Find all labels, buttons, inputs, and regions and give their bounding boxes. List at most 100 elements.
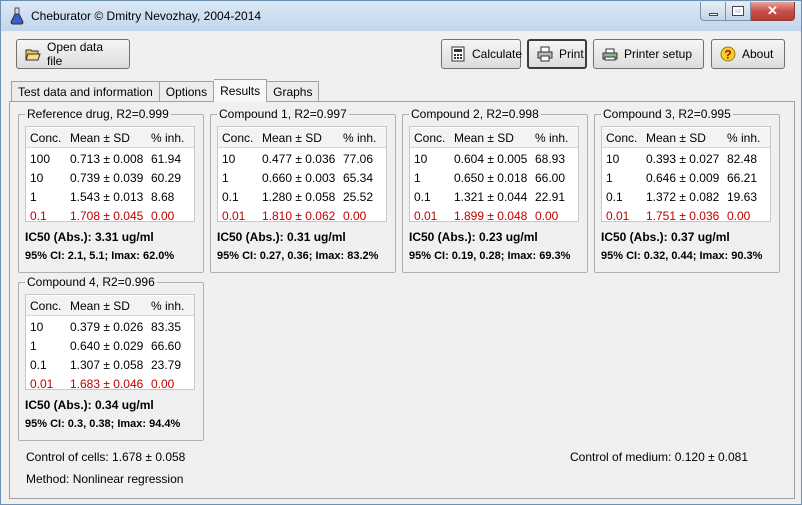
cell-mean: 1.751 ± 0.036 — [646, 209, 720, 223]
cell-conc: 1 — [222, 171, 229, 185]
minimize-icon — [708, 12, 718, 16]
ic50-value: IC50 (Abs.): 0.37 ug/ml — [601, 230, 730, 244]
maximize-button[interactable] — [726, 2, 751, 21]
close-icon: ✕ — [767, 3, 778, 18]
table-row: 0.1 1.307 ± 0.058 23.79 — [26, 355, 194, 375]
group-title: Compound 4, R2=0.996 — [25, 275, 157, 289]
close-button[interactable]: ✕ — [751, 2, 795, 21]
cell-inh: 82.48 — [727, 152, 758, 166]
minimize-button[interactable] — [700, 2, 726, 21]
print-button[interactable]: Print — [527, 39, 587, 69]
results-panel: Reference drug, R2=0.999 Conc. Mean ± SD… — [9, 101, 795, 499]
column-header-conc: Conc. — [414, 131, 446, 145]
printer-setup-icon — [602, 46, 618, 62]
results-table[interactable]: Conc. Mean ± SD % inh. 10 0.379 ± 0.026 … — [25, 294, 195, 391]
cell-mean: 0.604 ± 0.005 — [454, 152, 528, 166]
ic50-value: IC50 (Abs.): 0.23 ug/ml — [409, 230, 538, 244]
cell-mean: 1.683 ± 0.046 — [70, 377, 144, 391]
column-header-inh: % inh. — [151, 131, 185, 145]
confidence-interval: 95% CI: 0.19, 0.28; Imax: 69.3% — [409, 250, 571, 262]
printer-setup-button[interactable]: Printer setup — [593, 39, 704, 69]
cell-mean: 0.477 ± 0.036 — [262, 152, 336, 166]
table-row: 10 0.379 ± 0.026 83.35 — [26, 317, 194, 337]
cell-inh: 60.29 — [151, 171, 182, 185]
group-title: Reference drug, R2=0.999 — [25, 107, 171, 121]
cell-mean: 1.307 ± 0.058 — [70, 358, 144, 372]
ic50-value: IC50 (Abs.): 3.31 ug/ml — [25, 230, 154, 244]
ic50-value: IC50 (Abs.): 0.34 ug/ml — [25, 398, 154, 412]
cell-inh: 19.63 — [727, 190, 758, 204]
cell-conc: 10 — [222, 152, 236, 166]
table-row-highlighted: 0.01 1.683 ± 0.046 0.00 — [26, 374, 194, 394]
title-bar[interactable]: Cheburator © Dmitry Nevozhay, 2004-2014 … — [1, 1, 801, 31]
column-header-conc: Conc. — [30, 299, 62, 313]
column-header-mean: Mean ± SD — [70, 299, 130, 313]
tab-results[interactable]: Results — [214, 79, 268, 102]
about-button[interactable]: ? About — [711, 39, 785, 69]
result-group-reference-drug: Reference drug, R2=0.999 Conc. Mean ± SD… — [18, 107, 204, 273]
cell-mean: 0.640 ± 0.029 — [70, 339, 144, 353]
about-label: About — [742, 47, 774, 61]
cell-inh: 0.00 — [535, 209, 559, 223]
cell-mean: 0.739 ± 0.039 — [70, 171, 144, 185]
window-title: Cheburator © Dmitry Nevozhay, 2004-2014 — [31, 9, 262, 23]
table-row-highlighted: 0.1 1.708 ± 0.045 0.00 — [26, 206, 194, 226]
table-row-highlighted: 0.01 1.810 ± 0.062 0.00 — [218, 206, 386, 226]
open-data-file-button[interactable]: Open data file — [16, 39, 130, 69]
result-group-compound-2: Compound 2, R2=0.998 Conc. Mean ± SD % i… — [402, 107, 588, 273]
cell-conc: 10 — [30, 320, 44, 334]
table-header: Conc. Mean ± SD % inh. — [26, 128, 194, 148]
cell-conc: 10 — [30, 171, 44, 185]
table-row-highlighted: 0.01 1.899 ± 0.048 0.00 — [410, 206, 578, 226]
results-table[interactable]: Conc. Mean ± SD % inh. 10 0.477 ± 0.036 … — [217, 126, 387, 223]
confidence-interval: 95% CI: 0.32, 0.44; Imax: 90.3% — [601, 250, 763, 262]
svg-text:?: ? — [724, 48, 731, 62]
cell-inh: 66.21 — [727, 171, 758, 185]
calculate-button[interactable]: Calculate — [441, 39, 522, 69]
tab-graphs[interactable]: Graphs — [267, 81, 320, 102]
column-header-mean: Mean ± SD — [646, 131, 706, 145]
tab-options[interactable]: Options — [159, 81, 215, 102]
table-row: 10 0.739 ± 0.039 60.29 — [26, 168, 194, 188]
column-header-conc: Conc. — [30, 131, 62, 145]
printer-setup-label: Printer setup — [624, 47, 693, 61]
cell-mean: 0.650 ± 0.018 — [454, 171, 528, 185]
table-header: Conc. Mean ± SD % inh. — [410, 128, 578, 148]
calculator-icon — [450, 46, 466, 62]
cell-inh: 0.00 — [343, 209, 367, 223]
cell-inh: 0.00 — [151, 209, 175, 223]
column-header-conc: Conc. — [222, 131, 254, 145]
open-data-file-label: Open data file — [47, 40, 104, 68]
cell-mean: 1.321 ± 0.044 — [454, 190, 528, 204]
results-table[interactable]: Conc. Mean ± SD % inh. 10 0.604 ± 0.005 … — [409, 126, 579, 223]
results-table[interactable]: Conc. Mean ± SD % inh. 100 0.713 ± 0.008… — [25, 126, 195, 223]
tab-strip: Test data and information Options Result… — [11, 79, 320, 102]
results-table[interactable]: Conc. Mean ± SD % inh. 10 0.393 ± 0.027 … — [601, 126, 771, 223]
control-of-cells: Control of cells: 1.678 ± 0.058 — [26, 450, 186, 464]
cell-conc: 0.1 — [30, 209, 47, 223]
cell-conc: 0.1 — [30, 358, 47, 372]
print-label: Print — [559, 47, 584, 61]
confidence-interval: 95% CI: 0.27, 0.36; Imax: 83.2% — [217, 250, 379, 262]
cell-conc: 1 — [30, 339, 37, 353]
table-row: 10 0.604 ± 0.005 68.93 — [410, 149, 578, 169]
group-title: Compound 1, R2=0.997 — [217, 107, 349, 121]
table-row: 0.1 1.321 ± 0.044 22.91 — [410, 187, 578, 207]
group-title: Compound 2, R2=0.998 — [409, 107, 541, 121]
cell-inh: 66.60 — [151, 339, 182, 353]
cell-conc: 0.1 — [414, 190, 431, 204]
cell-inh: 23.79 — [151, 358, 182, 372]
result-group-compound-3: Compound 3, R2=0.995 Conc. Mean ± SD % i… — [594, 107, 780, 273]
ic50-value: IC50 (Abs.): 0.31 ug/ml — [217, 230, 346, 244]
maximize-icon — [732, 6, 744, 16]
table-row: 1 0.640 ± 0.029 66.60 — [26, 336, 194, 356]
table-row: 10 0.477 ± 0.036 77.06 — [218, 149, 386, 169]
column-header-inh: % inh. — [343, 131, 377, 145]
tab-test-data[interactable]: Test data and information — [11, 81, 160, 102]
cell-inh: 25.52 — [343, 190, 374, 204]
column-header-mean: Mean ± SD — [262, 131, 322, 145]
table-row: 100 0.713 ± 0.008 61.94 — [26, 149, 194, 169]
printer-icon — [537, 46, 553, 62]
cell-mean: 0.713 ± 0.008 — [70, 152, 144, 166]
group-title: Compound 3, R2=0.995 — [601, 107, 733, 121]
